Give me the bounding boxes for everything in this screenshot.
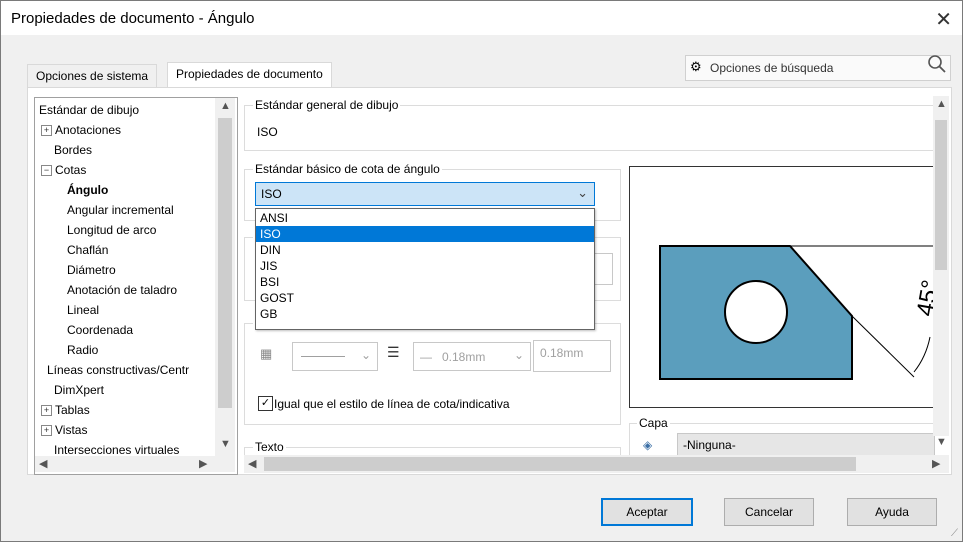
tree-item-arc-length[interactable]: Longitud de arco <box>67 220 156 240</box>
tree-item-annotations[interactable]: + Anotaciones <box>41 120 121 140</box>
scroll-up-icon[interactable]: ▲ <box>220 100 231 112</box>
close-icon[interactable]: ✕ <box>935 7 952 32</box>
search-icon[interactable] <box>926 53 948 78</box>
line-thickness-dash: — <box>420 350 432 364</box>
general-standard-value: ISO <box>257 125 278 139</box>
dropdown-option-gost[interactable]: GOST <box>256 290 594 306</box>
dropdown-option-iso[interactable]: ISO <box>256 226 594 242</box>
tree-item-centerlines[interactable]: Líneas constructivas/Centr <box>47 360 189 380</box>
preview-dim-text: 45° <box>912 278 934 318</box>
angle-preview: 45° <box>629 166 935 408</box>
scroll-up-icon[interactable]: ▲ <box>936 98 947 110</box>
tree-item-linear[interactable]: Lineal <box>67 300 99 320</box>
tree-item-hole-callout[interactable]: Anotación de taladro <box>67 280 177 300</box>
hidden-input[interactable] <box>593 253 613 285</box>
tree-item-label: Cotas <box>55 163 87 177</box>
general-standard-label: Estándar general de dibujo <box>253 98 401 112</box>
dropdown-option-bsi[interactable]: BSI <box>256 274 594 290</box>
preview-drawing: 45° <box>659 245 934 380</box>
chevron-down-icon[interactable]: ⌄ <box>361 348 371 362</box>
search-options-label: Opciones de búsqueda <box>710 61 834 75</box>
expand-icon[interactable]: + <box>41 405 52 417</box>
window-title: Propiedades de documento - Ángulo <box>11 10 255 27</box>
custom-thickness-input[interactable]: 0.18mm <box>533 340 611 372</box>
tree-item-borders[interactable]: Bordes <box>54 140 92 160</box>
scroll-thumb[interactable] <box>218 118 232 408</box>
tree-horizontal-scrollbar[interactable]: ◀ ▶ <box>35 456 235 472</box>
dropdown-option-jis[interactable]: JIS <box>256 258 594 274</box>
tree-item-virtual-sharps[interactable]: Intersecciones virtuales <box>54 440 179 454</box>
layer-label: Capa <box>637 416 670 430</box>
dropdown-option-gb[interactable]: GB <box>256 306 594 322</box>
line-thickness-value: 0.18mm <box>442 350 486 364</box>
same-as-dim-line-checkbox[interactable]: ✓ <box>258 396 273 411</box>
tree-item-chamfer[interactable]: Chaflán <box>67 240 108 260</box>
layer-value: -Ninguna- <box>683 438 736 452</box>
tree-item-dimensions[interactable]: − Cotas <box>41 160 86 180</box>
search-options-box[interactable]: ⚙ Opciones de búsqueda <box>685 55 951 81</box>
chevron-down-icon[interactable]: ⌄ <box>577 185 588 201</box>
line-style-select[interactable]: ⌄ <box>292 342 378 371</box>
tree-item-angle[interactable]: Ángulo <box>67 180 108 200</box>
scroll-down-icon[interactable]: ▼ <box>936 436 947 448</box>
tree-item-angular-running[interactable]: Angular incremental <box>67 200 174 220</box>
main-horizontal-scrollbar[interactable]: ◀ ▶ <box>244 455 949 473</box>
tree-item-drawing-standard[interactable]: Estándar de dibujo <box>39 100 139 120</box>
tree-item-dimxpert[interactable]: DimXpert <box>54 380 104 400</box>
main-vertical-scrollbar[interactable]: ▲ ▼ <box>933 96 949 448</box>
tree-item-label: Anotaciones <box>55 123 122 137</box>
tree-item-ordinate[interactable]: Coordenada <box>67 320 133 340</box>
collapse-icon[interactable]: − <box>41 165 52 177</box>
scroll-thumb[interactable] <box>264 457 856 471</box>
cancel-button[interactable]: Cancelar <box>724 498 814 526</box>
angle-standard-selected: ISO <box>261 187 282 201</box>
scroll-thumb[interactable] <box>935 120 947 270</box>
tree-vertical-scrollbar[interactable]: ▲ ▼ <box>215 98 235 456</box>
help-button[interactable]: Ayuda <box>847 498 937 526</box>
title-bar: Propiedades de documento - Ángulo ✕ <box>1 1 962 35</box>
tree-item-radius[interactable]: Radio <box>67 340 98 360</box>
line-style-icon: ▦ <box>260 346 273 361</box>
text-group-label: Texto <box>253 440 286 454</box>
scroll-left-icon[interactable]: ◀ <box>248 457 256 470</box>
scroll-down-icon[interactable]: ▼ <box>220 438 231 450</box>
custom-thickness-value: 0.18mm <box>540 346 584 360</box>
angle-standard-select[interactable]: ISO ⌄ <box>255 182 595 206</box>
layer-icon: ◈ <box>643 438 653 452</box>
dropdown-option-ansi[interactable]: ANSI <box>256 210 594 226</box>
tree-item-tables[interactable]: + Tablas <box>41 400 90 420</box>
tab-system-options[interactable]: Opciones de sistema <box>27 64 158 87</box>
tree-item-label: Tablas <box>55 403 90 417</box>
layer-select[interactable]: -Ninguna- <box>677 433 935 457</box>
dropdown-option-din[interactable]: DIN <box>256 242 594 258</box>
angle-standard-dropdown[interactable]: ANSI ISO DIN JIS BSI GOST GB <box>255 208 595 330</box>
chevron-down-icon[interactable]: ⌄ <box>514 348 524 362</box>
line-thickness-icon: ☰ <box>387 344 400 360</box>
scroll-right-icon[interactable]: ▶ <box>199 457 207 470</box>
ok-button[interactable]: Aceptar <box>601 498 693 526</box>
tree-item-label: Vistas <box>55 423 88 437</box>
expand-icon[interactable]: + <box>41 425 52 437</box>
resize-grip-icon[interactable]: ⟋ <box>951 528 958 539</box>
line-thickness-select[interactable]: — 0.18mm ⌄ <box>413 342 531 371</box>
angle-standard-label: Estándar básico de cota de ángulo <box>253 162 442 176</box>
expand-icon[interactable]: + <box>41 125 52 137</box>
scroll-left-icon[interactable]: ◀ <box>39 457 47 470</box>
dialog-window: Propiedades de documento - Ángulo ✕ ⚙ Op… <box>0 0 963 542</box>
same-as-dim-line-label: Igual que el estilo de línea de cota/ind… <box>274 397 510 411</box>
gear-icon: ⚙ <box>690 59 702 74</box>
scroll-right-icon[interactable]: ▶ <box>932 457 940 470</box>
tab-document-properties[interactable]: Propiedades de documento <box>167 62 332 87</box>
tree-item-diameter[interactable]: Diámetro <box>67 260 116 280</box>
tree-item-views[interactable]: + Vistas <box>41 420 87 440</box>
options-tree: Estándar de dibujo + Anotaciones Bordes −… <box>34 97 238 475</box>
